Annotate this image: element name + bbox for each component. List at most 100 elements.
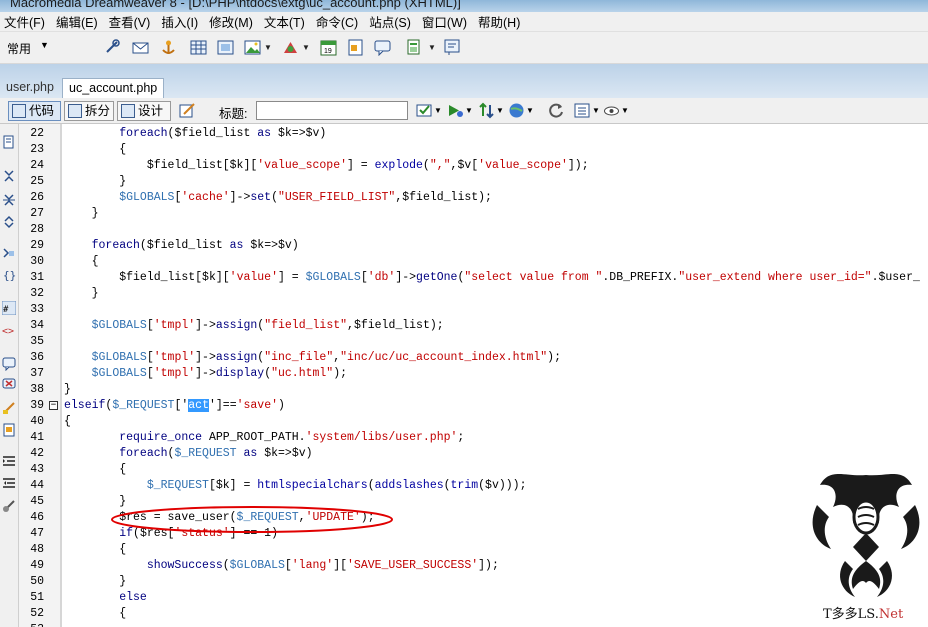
code-line[interactable]: $field_list[$k]['value'] = $GLOBALS['db'… [64, 270, 920, 286]
indent-code-icon[interactable] [2, 454, 16, 468]
chevron-down-icon[interactable]: ▼ [428, 43, 436, 52]
tab-uc-account-php[interactable]: uc_account.php [62, 78, 165, 98]
code-line[interactable]: require_once APP_ROOT_PATH.'system/libs/… [64, 430, 464, 446]
outdent-code-icon[interactable] [2, 476, 16, 490]
code-line[interactable]: foreach($_REQUEST as $k=>$v) [64, 446, 312, 462]
date-icon[interactable]: 19 [320, 39, 337, 56]
code-token: { [64, 255, 99, 268]
code-token: $k [202, 271, 216, 284]
remove-comment-icon[interactable] [2, 378, 16, 392]
code-line[interactable]: } [64, 206, 99, 222]
code-token: ); [547, 351, 561, 364]
balance-braces-icon[interactable]: {} [2, 268, 16, 282]
split-view-button[interactable]: 拆分 [64, 101, 114, 121]
browser-check-icon[interactable] [447, 102, 464, 119]
code-view-button[interactable]: 代码 [8, 101, 61, 121]
menu-window[interactable]: 窗口(W) [418, 12, 474, 31]
fold-toggle-icon[interactable]: − [49, 401, 58, 410]
code-line[interactable]: showSuccess($GLOBALS['lang']['SAVE_USER_… [64, 558, 499, 574]
code-line[interactable]: $GLOBALS['tmpl']->display("uc.html"); [64, 366, 347, 382]
code-token: as [257, 127, 272, 140]
apply-comment-icon[interactable] [2, 357, 16, 371]
code-line[interactable]: $GLOBALS['tmpl']->assign("field_list",$f… [64, 318, 444, 334]
code-token: [ [146, 367, 154, 380]
media-icon[interactable] [282, 39, 299, 56]
validate-icon[interactable] [416, 102, 433, 119]
code-line[interactable]: { [64, 542, 126, 558]
highlight-invalid-code-icon[interactable]: <> [2, 323, 16, 337]
insert-category-select[interactable]: 常用 [7, 40, 31, 57]
code-line[interactable]: } [64, 286, 99, 302]
menu-site[interactable]: 站点(S) [365, 12, 418, 31]
code-line[interactable]: } [64, 174, 126, 190]
chevron-down-icon[interactable]: ▼ [302, 43, 310, 52]
design-view-button[interactable]: 设计 [117, 101, 171, 121]
div-icon[interactable] [217, 39, 234, 56]
tag-chooser-icon[interactable] [444, 39, 461, 56]
recent-snippets-icon[interactable] [2, 423, 16, 437]
chevron-down-icon[interactable]: ▼ [496, 106, 504, 115]
line-numbers-icon[interactable]: # [2, 301, 16, 315]
menu-file[interactable]: 文件(F) [0, 12, 52, 31]
chevron-down-icon[interactable]: ▼ [465, 106, 473, 115]
chevron-down-icon[interactable]: ▼ [264, 43, 272, 52]
email-link-icon[interactable] [132, 39, 149, 56]
template-icon[interactable] [406, 39, 423, 56]
code-token: display [215, 367, 265, 380]
code-line[interactable]: $GLOBALS['tmpl']->assign("inc_file","inc… [64, 350, 561, 366]
menu-modify[interactable]: 修改(M) [205, 12, 260, 31]
hyperlink-icon[interactable] [104, 39, 121, 56]
code-line[interactable]: elseif($_REQUEST['act']=='save') [64, 398, 285, 414]
code-line[interactable]: { [64, 606, 126, 622]
code-line[interactable]: } [64, 574, 126, 590]
refresh-icon[interactable] [548, 102, 565, 119]
select-parent-tag-icon[interactable] [2, 246, 16, 260]
file-transfer-icon[interactable] [478, 102, 495, 119]
code-token: ]-> [395, 271, 417, 284]
chevron-down-icon[interactable]: ▼ [526, 106, 534, 115]
code-line[interactable]: $_REQUEST[$k] = htmlspecialchars(addslas… [64, 478, 527, 494]
expand-all-icon[interactable] [2, 215, 16, 229]
code-line[interactable]: else [64, 590, 147, 606]
menu-view[interactable]: 查看(V) [105, 12, 158, 31]
code-line[interactable]: foreach($field_list as $k=>$v) [64, 126, 326, 142]
code-line[interactable]: { [64, 462, 126, 478]
image-icon[interactable] [244, 39, 261, 56]
collapse-selection-icon[interactable] [2, 193, 16, 207]
menu-insert[interactable]: 插入(I) [157, 12, 205, 31]
live-data-icon[interactable] [179, 102, 196, 119]
code-line[interactable]: foreach($field_list as $k=>$v) [64, 238, 299, 254]
code-line[interactable]: { [64, 414, 71, 430]
wrap-tag-icon[interactable] [2, 401, 16, 415]
document-tab-bar: user.php uc_account.php [0, 64, 928, 98]
menu-commands[interactable]: 命令(C) [312, 12, 365, 31]
visual-aids-icon[interactable] [603, 102, 620, 119]
code-line[interactable]: $field_list[$k]['value_scope'] = explode… [64, 158, 589, 174]
chevron-down-icon[interactable]: ▼ [621, 106, 629, 115]
format-source-icon[interactable] [2, 499, 16, 513]
server-include-icon[interactable] [347, 39, 364, 56]
chevron-down-icon[interactable]: ▼ [40, 40, 49, 50]
code-line[interactable]: } [64, 382, 71, 398]
chevron-down-icon[interactable]: ▼ [592, 106, 600, 115]
chevron-down-icon[interactable]: ▼ [434, 106, 442, 115]
title-input[interactable] [256, 101, 408, 120]
menu-help[interactable]: 帮助(H) [474, 12, 527, 31]
open-documents-icon[interactable] [2, 135, 16, 149]
code-editor[interactable]: foreach($field_list as $k=>$v) { $field_… [62, 124, 928, 627]
line-number: 27 [30, 207, 44, 220]
tab-user-php[interactable]: user.php [0, 78, 60, 98]
view-options-icon[interactable] [574, 102, 591, 119]
comment-icon[interactable] [374, 39, 391, 56]
code-line[interactable]: { [64, 142, 126, 158]
code-line[interactable]: { [64, 254, 99, 270]
code-token: $k [277, 127, 292, 140]
table-icon[interactable] [190, 39, 207, 56]
collapse-full-tag-icon[interactable] [2, 169, 16, 183]
preview-browser-icon[interactable] [508, 102, 525, 119]
menu-edit[interactable]: 编辑(E) [52, 12, 105, 31]
code-line[interactable]: $GLOBALS['cache']->set("USER_FIELD_LIST"… [64, 190, 492, 206]
menu-text[interactable]: 文本(T) [260, 12, 312, 31]
named-anchor-icon[interactable] [160, 39, 177, 56]
code-view-label: 代码 [29, 104, 55, 118]
